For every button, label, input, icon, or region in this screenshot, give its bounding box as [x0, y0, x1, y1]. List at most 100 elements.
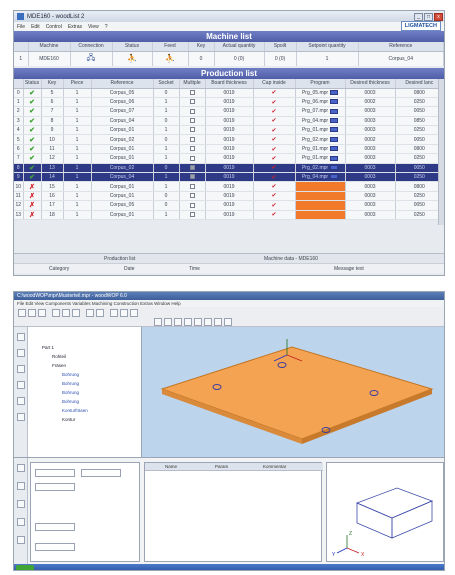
drill-tool-icon[interactable] [17, 381, 25, 389]
menu-file[interactable]: File [17, 24, 25, 30]
tree-item-milling[interactable]: Fräsen [52, 363, 66, 368]
param-field[interactable] [35, 543, 75, 551]
maximize-button[interactable]: □ [424, 12, 433, 21]
menu-edit[interactable]: Edit [31, 24, 40, 30]
multiple-checkbox[interactable] [189, 164, 195, 170]
render-icon[interactable] [204, 318, 212, 326]
tree-item-drill[interactable]: Bohrung [62, 381, 79, 386]
col-header[interactable] [14, 42, 29, 52]
multiple-checkbox[interactable] [189, 211, 195, 217]
zoom-out-icon[interactable] [164, 318, 172, 326]
production-row[interactable]: 13 ✗ 18 1 Corpus_01 1 0019 ✔ 0003 0250 [14, 210, 444, 220]
production-row[interactable]: 5 ✔ 10 1 Corpus_02 0 0019 ✔ Prg_02.mpr 0002 0050 [14, 134, 444, 145]
col-header-machine[interactable]: Machine [28, 42, 71, 52]
program-file-icon[interactable] [330, 99, 339, 105]
multiple-checkbox[interactable] [189, 155, 195, 161]
menu-bar[interactable]: File Edit View Components Variables Mach… [14, 300, 444, 307]
program-file-icon[interactable] [330, 108, 339, 114]
production-row[interactable]: 2 ✔ 7 1 Corpus_07 1 0019 ✔ Prg_07.mpr 0003 0050 [14, 106, 444, 117]
wireframe-icon[interactable] [214, 318, 222, 326]
param-field[interactable] [35, 483, 75, 491]
program-file-icon[interactable] [330, 89, 339, 95]
production-row[interactable]: 12 ✗ 17 1 Corpus_05 0 0019 ✔ 0003 0050 [14, 200, 444, 211]
param-field[interactable] [35, 523, 75, 531]
col-header-status[interactable]: Status [112, 42, 153, 52]
production-row[interactable]: 1 ✔ 6 1 Corpus_06 1 0019 ✔ Prg_06.mpr 0002 0250 [14, 97, 444, 108]
status-col-time[interactable]: Time [189, 266, 200, 272]
measure-icon[interactable] [224, 318, 232, 326]
production-row[interactable]: 3 ✔ 8 1 Corpus_04 0 0019 ✔ Prg_04.mpr 0003 0850 [14, 116, 444, 127]
status-col-date[interactable]: Date [124, 266, 135, 272]
view-front-icon[interactable] [120, 309, 128, 317]
multiple-checkbox[interactable] [189, 118, 195, 124]
program-file-icon[interactable] [330, 155, 339, 161]
multiple-checkbox[interactable] [189, 99, 195, 105]
tree-item-drill[interactable]: Bohrung [62, 372, 79, 377]
production-row[interactable]: 6 ✔ 11 1 Corpus_01 1 0019 ✔ Prg_01.mpr 0003 0800 [14, 144, 444, 155]
program-file-icon[interactable] [330, 174, 339, 180]
col-header-socket[interactable]: Socket [153, 79, 180, 89]
tree-item-blank[interactable]: Rohteil [52, 354, 66, 359]
status-col-message[interactable]: Message text [334, 266, 364, 272]
macro-icon[interactable] [17, 464, 25, 472]
rectangle-tool-icon[interactable] [17, 518, 25, 526]
circle-tool-icon[interactable] [17, 500, 25, 508]
paste-icon[interactable] [72, 309, 80, 317]
production-row[interactable]: 11 ✗ 16 1 Corpus_01 0 0019 ✔ 0003 0250 [14, 191, 444, 202]
col-header-feed[interactable]: Feed [152, 42, 189, 52]
multiple-checkbox[interactable] [189, 136, 195, 142]
new-file-icon[interactable] [18, 309, 26, 317]
col-header-desired-lanc[interactable]: Desired lanc [395, 79, 444, 89]
save-icon[interactable] [38, 309, 46, 317]
col-header-cap-inside[interactable]: Cap inside [253, 79, 296, 89]
col-header-comment[interactable]: Kommentar [263, 464, 286, 469]
param-field[interactable] [81, 469, 121, 477]
redo-icon[interactable] [96, 309, 104, 317]
select-tool-icon[interactable] [17, 333, 25, 341]
close-button[interactable]: x [434, 12, 443, 21]
status-col-category[interactable]: Category [49, 266, 69, 272]
multiple-checkbox[interactable] [189, 202, 195, 208]
view-top-icon[interactable] [110, 309, 118, 317]
col-header-piece[interactable]: Piece [63, 79, 92, 89]
production-row[interactable]: 0 ✔ 5 1 Corpus_05 0 0019 ✔ Prg_05.mpr 0003 0800 [14, 88, 444, 98]
col-header-setpoint-quantity[interactable]: Setpoint quantity [296, 42, 359, 52]
col-header-reference[interactable]: Reference [358, 42, 444, 52]
zoom-fit-icon[interactable] [174, 318, 182, 326]
tree-item-part[interactable]: Part 1 [42, 345, 54, 350]
tree-item-contour-mill[interactable]: Konturfräsen [62, 408, 88, 413]
col-header-reference[interactable]: Reference [91, 79, 154, 89]
col-header-spoilt[interactable]: Spoilt [264, 42, 297, 52]
tab-production-list[interactable]: Production list [104, 256, 135, 262]
program-file-icon[interactable] [330, 127, 339, 133]
multiple-checkbox[interactable] [189, 193, 195, 199]
mill-tool-icon[interactable] [17, 397, 25, 405]
multiple-checkbox[interactable] [189, 146, 195, 152]
machine-row[interactable]: 1 MDE160 🖧 ⛹ ⛹ 0 0 (0) 0 (0) 1 Corpus_04 [14, 51, 444, 66]
col-header-key[interactable]: Key [188, 42, 215, 52]
tree-item-contour[interactable]: Kontur [62, 417, 75, 422]
view-iso-icon[interactable] [130, 309, 138, 317]
pan-icon[interactable] [194, 318, 202, 326]
zoom-in-icon[interactable] [154, 318, 162, 326]
open-file-icon[interactable] [28, 309, 36, 317]
col-header-board-thickness[interactable]: Board thickness [205, 79, 254, 89]
copy-icon[interactable] [62, 309, 70, 317]
text-tool-icon[interactable] [17, 536, 25, 544]
variable-icon[interactable] [17, 482, 25, 490]
menu-extras[interactable]: Extras [68, 24, 82, 30]
col-header-desired-thickness[interactable]: Desired thickness [345, 79, 396, 89]
multiple-checkbox[interactable] [189, 174, 195, 180]
col-header-program[interactable]: Program [295, 79, 346, 89]
multiple-checkbox[interactable] [189, 183, 195, 189]
col-header-key[interactable]: Key [41, 79, 64, 89]
3d-viewport[interactable] [142, 327, 444, 457]
program-file-icon[interactable] [330, 118, 339, 124]
program-file-icon[interactable] [330, 146, 339, 152]
col-header-multiple[interactable]: Multiple [179, 79, 206, 89]
menu-control[interactable]: Control [46, 24, 62, 30]
tree-item-drill[interactable]: Bohrung [62, 390, 79, 395]
param-field[interactable] [35, 469, 75, 477]
tree-item-drill[interactable]: Bohrung [62, 399, 79, 404]
saw-tool-icon[interactable] [17, 413, 25, 421]
